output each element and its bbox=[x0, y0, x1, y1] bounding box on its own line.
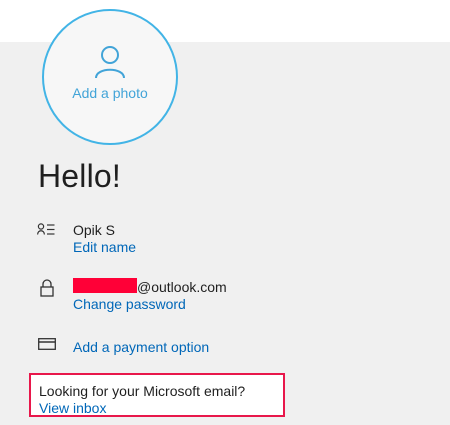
credit-card-icon bbox=[38, 338, 56, 350]
add-photo-label[interactable]: Add a photo bbox=[44, 85, 176, 101]
view-inbox-link[interactable]: View inbox bbox=[39, 400, 106, 416]
edit-name-link[interactable]: Edit name bbox=[73, 239, 136, 255]
contact-card-icon bbox=[37, 223, 55, 235]
add-photo-button[interactable]: Add a photo bbox=[42, 9, 178, 145]
redacted-email-prefix bbox=[73, 278, 137, 293]
greeting-heading: Hello! bbox=[38, 158, 122, 194]
email-address: @outlook.com bbox=[137, 279, 227, 295]
profile-name: Opik S bbox=[73, 222, 116, 238]
lock-icon bbox=[40, 279, 54, 297]
email-question: Looking for your Microsoft email? bbox=[39, 383, 246, 399]
change-password-link[interactable]: Change password bbox=[73, 296, 186, 312]
add-payment-link[interactable]: Add a payment option bbox=[73, 339, 209, 355]
person-icon bbox=[95, 46, 125, 79]
microsoft-email-callout: Looking for your Microsoft email? View i… bbox=[29, 373, 285, 417]
